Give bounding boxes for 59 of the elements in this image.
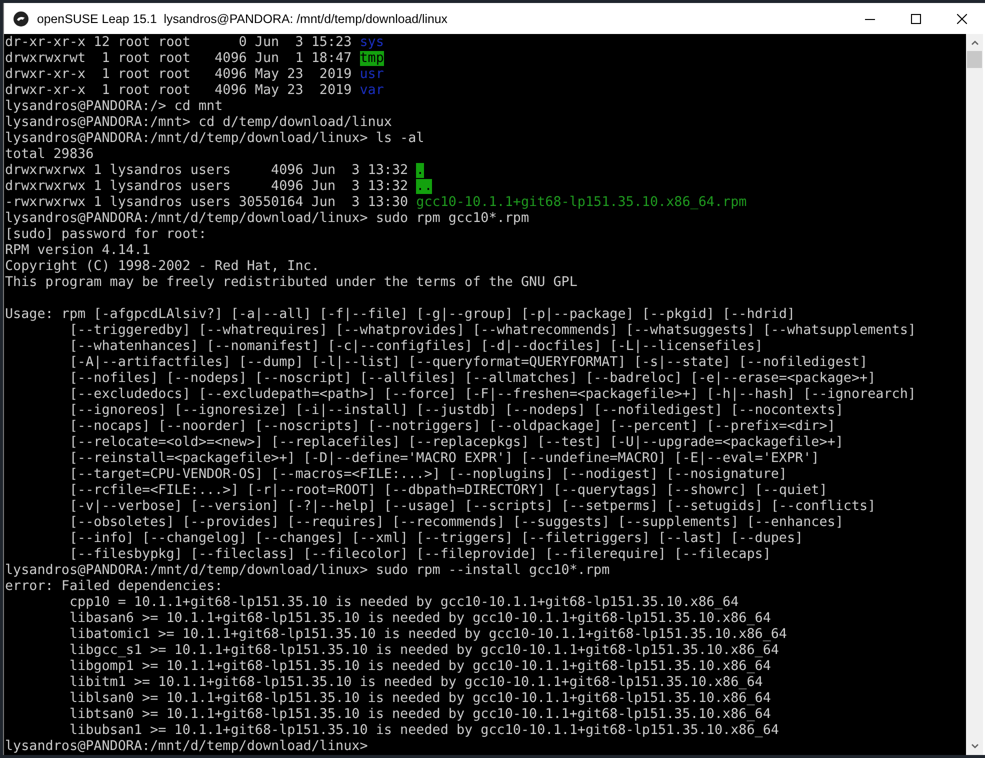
scrollbar[interactable] bbox=[966, 34, 983, 755]
terminal-line: lysandros@PANDORA:/mnt/d/temp/download/linux> sudo rpm gcc10*.rpm bbox=[5, 211, 530, 227]
terminal-line: lysandros@PANDORA:/mnt/d/temp/download/linux> sudo rpm --install gcc10*.rpm bbox=[5, 563, 611, 579]
file-name: gcc10-10.1.1+git68-lp151.35.10.x86_64.rpm bbox=[416, 195, 747, 210]
terminal-line: -rwxrwxrwx 1 lysandros users 30550164 Jun 3 13:30 bbox=[5, 195, 410, 210]
terminal-line: Usage: rpm [-afgpcdLAlsiv?] [-a|--all] [-f|--file] [-g|--group] [-p|--package] [--pkgid] [--hdrid] bbox=[5, 307, 796, 323]
close-icon bbox=[957, 14, 967, 24]
terminal-line: dr-xr-xr-x 12 root root 0 Jun 3 15:23 bbox=[5, 35, 353, 50]
terminal-line: drwxrwxrwt 1 root root 4096 Jun 1 18:47 bbox=[5, 51, 353, 66]
terminal-line: error: Failed dependencies: bbox=[5, 579, 224, 595]
terminal-line: This program may be freely redistributed under the terms of the GNU GPL bbox=[5, 275, 578, 291]
file-name: .. bbox=[416, 179, 432, 194]
terminal-line: RPM version 4.14.1 bbox=[5, 243, 152, 259]
scroll-down-icon[interactable] bbox=[970, 744, 978, 749]
terminal-line: drwxr-xr-x 1 root root 4096 May 23 2019 bbox=[5, 83, 353, 98]
terminal-line: libtsan0 >= 10.1.1+git68-lp151.35.10 is needed by gcc10-10.1.1+git68-lp151.35.10.x86_64 bbox=[68, 707, 772, 723]
terminal-line: drwxrwxrwx 1 lysandros users 4096 Jun 3 13:32 bbox=[5, 163, 410, 178]
terminal-line: [--obsoletes] [--provides] [--requires] [--recommends] [--suggests] [--supplements] [--enhances] bbox=[68, 515, 844, 531]
terminal-line: [--ignoreos] [--ignoresize] [-i|--install] [--justdb] [--nodeps] [--nofiledigest] [--nocontexts] bbox=[68, 403, 844, 419]
terminal-line: libgcc_s1 >= 10.1.1+git68-lp151.35.10 is needed by gcc10-10.1.1+git68-lp151.35.10.x86_64 bbox=[68, 643, 780, 659]
terminal-line: [--triggeredby] [--whatrequires] [--whatprovides] [--whatrecommends] [--whatsuggests] [--whatsupplements] bbox=[68, 323, 917, 339]
terminal-line: [--rcfile=<FILE:...>] [-r|--root=ROOT] [--dbpath=DIRECTORY] [--querytags] [--showrc] [--quiet] bbox=[68, 483, 828, 499]
terminal-line: [sudo] password for root: bbox=[5, 227, 208, 243]
terminal-line: [--whatenhances] [--nomanifest] [-c|--configfiles] [-d|--docfiles] [-L|--licensefiles] bbox=[68, 339, 764, 355]
terminal-line: lysandros@PANDORA:/mnt> cd d/temp/download/linux bbox=[5, 115, 393, 131]
terminal-line: Copyright (C) 1998-2002 - Red Hat, Inc. bbox=[5, 259, 320, 275]
terminal-line: [--relocate=<old>=<new>] [--replacefiles] [--replacepkgs] [--test] [-U|--upgrade=<packagefile>+] bbox=[68, 435, 844, 451]
scroll-up-icon[interactable] bbox=[970, 40, 978, 45]
terminal-line: lysandros@PANDORA:/mnt/d/temp/download/linux> ls -al bbox=[5, 131, 426, 147]
terminal-line: libatomic1 >= 10.1.1+git68-lp151.35.10 is needed by gcc10-10.1.1+git68-lp151.35.10.x86_64 bbox=[68, 627, 788, 643]
terminal-line: [-A|--artifactfiles] [--dump] [-l|--list] [--queryformat=QUERYFORMAT] [-s|--state] [--nofiledigest] bbox=[68, 355, 869, 371]
app-icon bbox=[13, 10, 29, 26]
file-name: usr bbox=[360, 67, 384, 82]
terminal-line: liblsan0 >= 10.1.1+git68-lp151.35.10 is needed by gcc10-10.1.1+git68-lp151.35.10.x86_64 bbox=[68, 691, 772, 707]
terminal-line: [--reinstall=<packagefile>+] [-D|--define='MACRO EXPR'] [--undefine=MACRO] [-E|--eval='EXPR'] bbox=[68, 451, 820, 467]
window-title: openSUSE Leap 15.1 lysandros@PANDORA: /mnt/d/temp/download/linux bbox=[37, 12, 448, 26]
terminal-line: [--info] [--changelog] [--changes] [--xml] [--triggers] [--filetriggers] [--last] [--dupes] bbox=[68, 531, 804, 547]
terminal-line: libasan6 >= 10.1.1+git68-lp151.35.10 is needed by gcc10-10.1.1+git68-lp151.35.10.x86_64 bbox=[68, 611, 772, 627]
terminal-line: libgomp1 >= 10.1.1+git68-lp151.35.10 is needed by gcc10-10.1.1+git68-lp151.35.10.x86_64 bbox=[68, 659, 772, 675]
terminal-line: total 29836 bbox=[5, 147, 95, 163]
terminal-line: [--excludedocs] [--excludepath=<path>] [--force] [-F|--freshen=<packagefile>+] [-h|--hash] [--ignorearch] bbox=[68, 387, 917, 403]
terminal-line: lysandros@PANDORA:/mnt/d/temp/download/linux> bbox=[5, 739, 369, 755]
file-name: var bbox=[360, 83, 384, 98]
terminal-line: libitm1 >= 10.1.1+git68-lp151.35.10 is needed by gcc10-10.1.1+git68-lp151.35.10.x86_64 bbox=[68, 675, 764, 691]
file-name: tmp bbox=[360, 51, 384, 66]
terminal-line: cpp10 = 10.1.1+git68-lp151.35.10 is needed by gcc10-10.1.1+git68-lp151.35.10.x86_64 bbox=[68, 595, 740, 611]
terminal-line: [--nofiles] [--nodeps] [--noscript] [--allfiles] [--allmatches] [--badreloc] [-e|--erase=<package>+] bbox=[68, 371, 877, 387]
file-name: . bbox=[416, 163, 424, 178]
terminal-line: drwxr-xr-x 1 root root 4096 May 23 2019 bbox=[5, 67, 353, 82]
terminal-line: [-v|--verbose] [--version] [-?|--help] [--usage] [--scripts] [--setperms] [--setugids] [--conflicts] bbox=[68, 499, 877, 515]
terminal-line: drwxrwxrwx 1 lysandros users 4096 Jun 3 13:32 bbox=[5, 179, 410, 194]
scroll-thumb[interactable] bbox=[967, 51, 982, 68]
terminal-line: libubsan1 >= 10.1.1+git68-lp151.35.10 is needed by gcc10-10.1.1+git68-lp151.35.10.x86_64 bbox=[68, 723, 780, 739]
file-name: sys bbox=[360, 35, 384, 50]
terminal-line: [--nocaps] [--noorder] [--noscripts] [--notriggers] [--oldpackage] [--percent] [--prefix=<dir>] bbox=[68, 419, 836, 435]
maximize-icon bbox=[911, 14, 921, 24]
terminal-line: [--filesbypkg] [--fileclass] [--filecolor] [--fileprovide] [--filerequire] [--filecaps] bbox=[68, 547, 772, 563]
terminal-line: lysandros@PANDORA:/> cd mnt bbox=[5, 99, 224, 115]
terminal-line: [--target=CPU-VENDOR-OS] [--macros=<FILE:...>] [--noplugins] [--nodigest] [--nosignature] bbox=[68, 467, 788, 483]
